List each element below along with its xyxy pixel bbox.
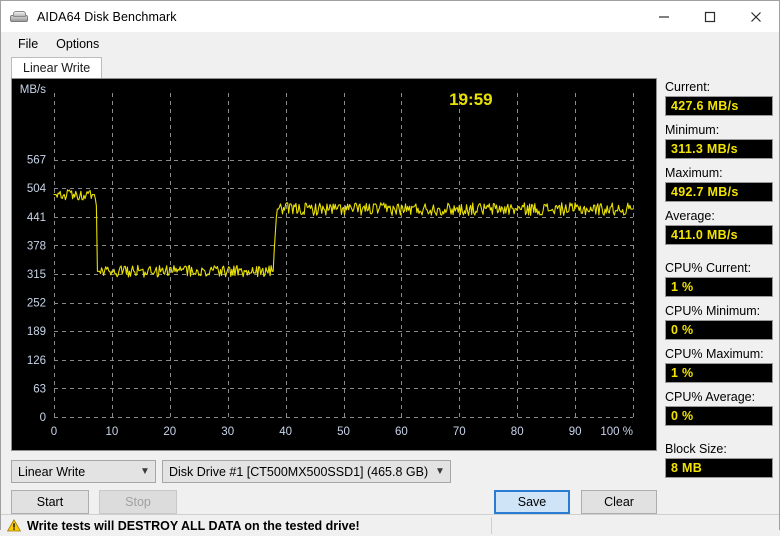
minimize-button[interactable] [641,1,687,32]
disk-icon [9,9,31,25]
svg-text:80: 80 [511,426,524,438]
svg-text:40: 40 [279,426,292,438]
readout-value: 427.6 MB/s [665,96,773,116]
stop-button: Stop [99,490,177,514]
readout-value: 492.7 MB/s [665,182,773,202]
clear-button[interactable]: Clear [581,490,657,514]
readout-average: Average: 411.0 MB/s [665,209,773,245]
readout-label: Average: [665,209,715,223]
readout-label: Minimum: [665,123,720,137]
save-button[interactable]: Save [494,490,570,514]
chart-canvas: 0 63 126 189 252 315 378 441 504 567 MB/s 0 10 20 30 40… [12,79,656,450]
svg-text:567: 567 [27,155,46,167]
svg-text:19:59: 19:59 [449,90,492,109]
left-column: 0 63 126 189 252 315 378 441 504 567 MB/s 0 10 20 30 40… [11,78,657,514]
readout-value: 311.3 MB/s [665,139,773,159]
svg-text:90: 90 [569,426,582,438]
controls-area: Linear Write ▼ Disk Drive #1 [CT500MX500… [11,451,657,514]
menu-item-options[interactable]: Options [47,35,108,53]
svg-text:126: 126 [27,355,46,367]
readout-cpu-average: CPU% Average: 0 % [665,390,773,426]
menu-item-file[interactable]: File [9,35,47,53]
chevron-down-icon: ▼ [435,466,445,477]
readout-cpu-maximum: CPU% Maximum: 1 % [665,347,773,383]
body-area: 0 63 126 189 252 315 378 441 504 567 MB/s 0 10 20 30 40… [1,78,779,514]
readout-cpu-current: CPU% Current: 1 % [665,261,773,297]
tab-linear-write[interactable]: Linear Write [11,57,103,79]
start-button[interactable]: Start [11,490,89,514]
readout-label: CPU% Minimum: [665,304,761,318]
chevron-down-icon: ▼ [140,466,150,477]
warning-icon [7,519,21,532]
menu-bar: File Options [1,32,779,56]
svg-text:0: 0 [40,412,46,424]
svg-text:10: 10 [106,426,119,438]
readout-value: 0 % [665,406,773,426]
svg-text:20: 20 [163,426,176,438]
readout-value: 411.0 MB/s [665,225,773,245]
readout-label: CPU% Maximum: [665,347,764,361]
benchmark-mode-select[interactable]: Linear Write ▼ [11,460,156,483]
disk-drive-value: Disk Drive #1 [CT500MX500SSD1] (465.8 GB… [169,464,429,479]
selector-row: Linear Write ▼ Disk Drive #1 [CT500MX500… [11,460,657,483]
svg-text:441: 441 [27,212,46,224]
title-bar: AIDA64 Disk Benchmark [1,1,779,32]
svg-text:63: 63 [33,383,46,395]
readout-block-size: Block Size: 8 MB [665,442,773,478]
close-button[interactable] [733,1,779,32]
readout-label: Maximum: [665,166,723,180]
benchmark-chart: 0 63 126 189 252 315 378 441 504 567 MB/s 0 10 20 30 40… [11,78,657,451]
readout-current: Current: 427.6 MB/s [665,80,773,116]
aida64-disk-benchmark-window: AIDA64 Disk Benchmark File Options Linea… [0,0,780,536]
svg-text:60: 60 [395,426,408,438]
svg-text:50: 50 [337,426,350,438]
status-divider [491,517,492,534]
status-message: Write tests will DESTROY ALL DATA on the… [27,518,360,533]
svg-text:189: 189 [27,326,46,338]
readout-label: Block Size: [665,442,727,456]
svg-text:70: 70 [453,426,466,438]
svg-text:252: 252 [27,298,46,310]
readout-maximum: Maximum: 492.7 MB/s [665,166,773,202]
action-row: Start Stop Save Clear [11,490,657,514]
window-title: AIDA64 Disk Benchmark [37,9,177,24]
readout-cpu-minimum: CPU% Minimum: 0 % [665,304,773,340]
readout-panel: Current: 427.6 MB/s Minimum: 311.3 MB/s … [657,78,773,514]
readout-value: 8 MB [665,458,773,478]
readout-value: 1 % [665,363,773,383]
readout-value: 0 % [665,320,773,340]
svg-text:100 %: 100 % [600,426,633,438]
readout-label: CPU% Average: [665,390,756,404]
tab-strip: Linear Write [1,56,779,79]
disk-drive-select[interactable]: Disk Drive #1 [CT500MX500SSD1] (465.8 GB… [162,460,451,483]
svg-text:MB/s: MB/s [20,84,46,96]
svg-text:504: 504 [27,183,47,195]
readout-minimum: Minimum: 311.3 MB/s [665,123,773,159]
readout-label: Current: [665,80,711,94]
readout-value: 1 % [665,277,773,297]
status-bar: Write tests will DESTROY ALL DATA on the… [1,514,779,536]
svg-text:30: 30 [221,426,234,438]
svg-text:0: 0 [51,426,57,438]
maximize-button[interactable] [687,1,733,32]
svg-text:378: 378 [27,240,46,252]
svg-text:315: 315 [27,269,46,281]
readout-label: CPU% Current: [665,261,752,275]
benchmark-mode-value: Linear Write [18,464,86,479]
